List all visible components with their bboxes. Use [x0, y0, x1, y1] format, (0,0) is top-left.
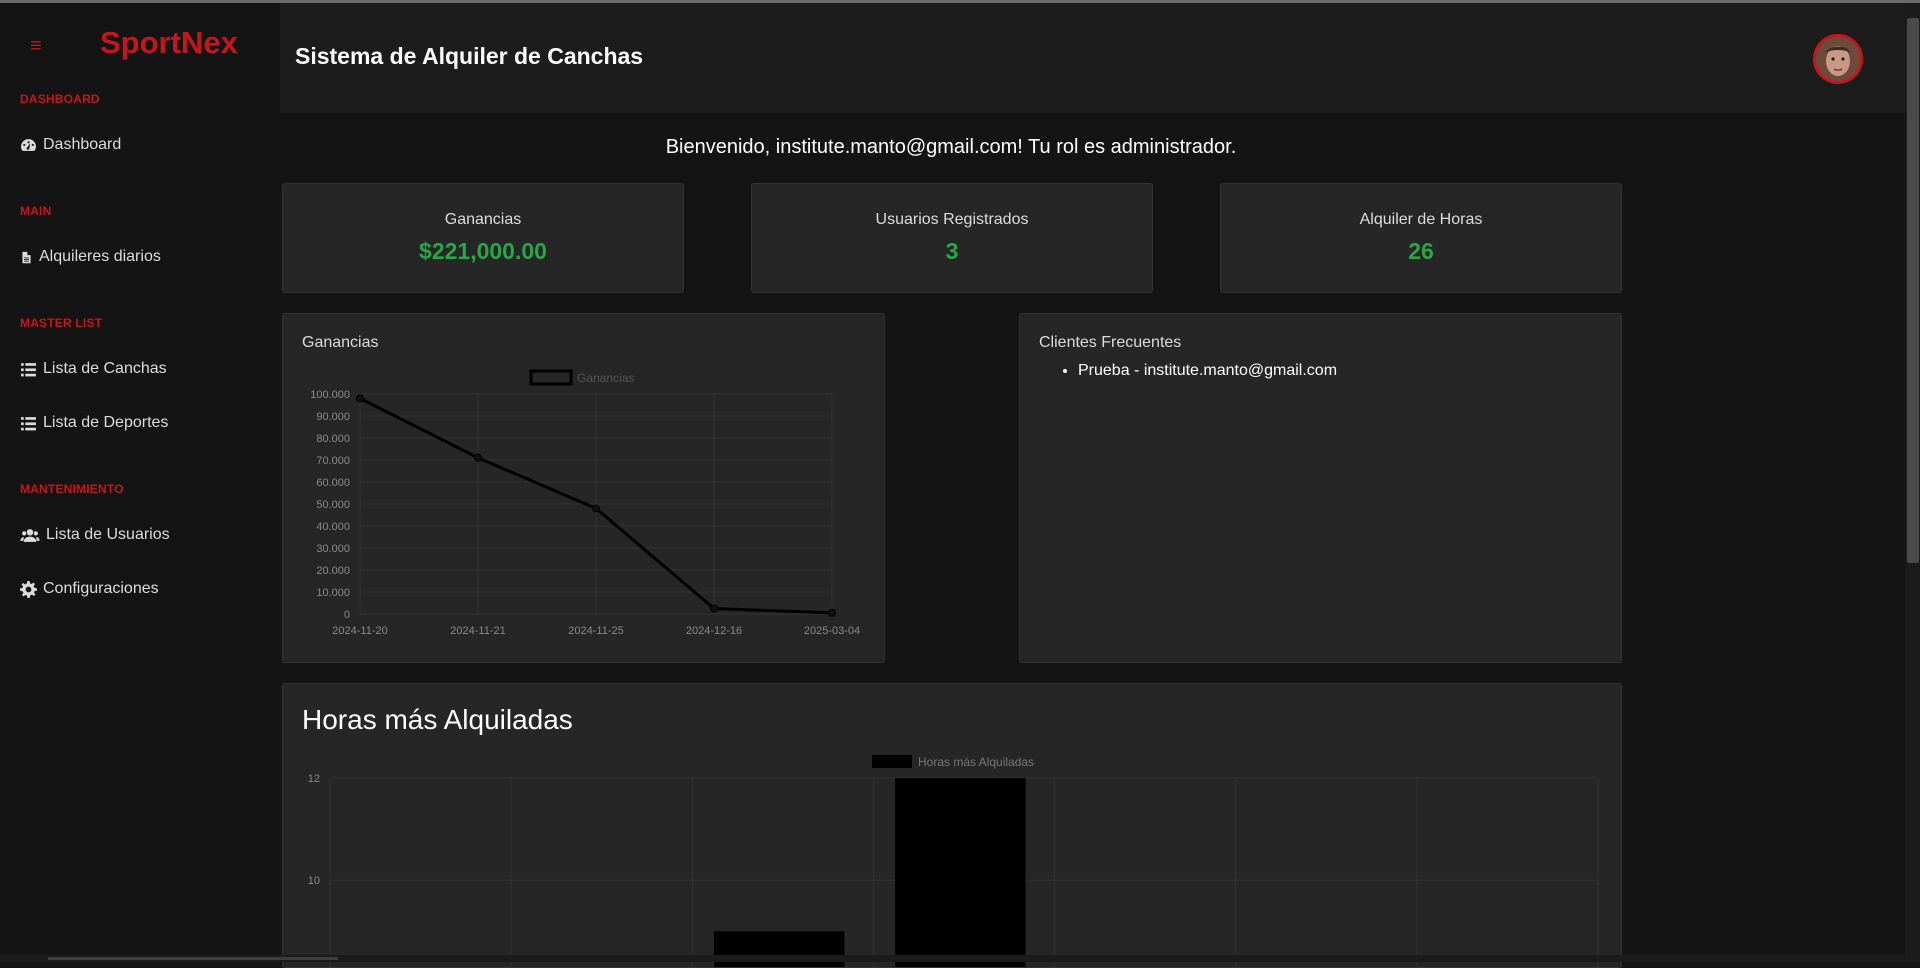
sidebar-item-canchas[interactable]: Lista de Canchas — [20, 360, 167, 378]
stat-label: Alquiler de Horas — [1359, 211, 1483, 228]
hours-bar-chart: Horas más Alquiladas 12 10 — [308, 755, 1599, 967]
brand-logo[interactable]: SportNex — [100, 25, 238, 61]
section-heading-dashboard: DASHBOARD — [20, 92, 100, 106]
earnings-chart-card: Ganancias Ganancias 100.000 90.000 80.000 70… — [282, 313, 885, 663]
sidebar-item-label: Configuraciones — [43, 580, 159, 597]
sidebar: ≡ SportNex DASHBOARD Dashboard MAIN Alqu… — [0, 3, 280, 962]
y-tick-label: 0 — [344, 609, 350, 621]
x-tick-label: 2024-11-20 — [332, 625, 387, 637]
data-point — [710, 604, 718, 613]
section-heading-master-list: MASTER LIST — [20, 316, 103, 330]
welcome-message: Bienvenido, institute.manto@gmail.com! T… — [665, 136, 1237, 158]
data-point — [356, 394, 364, 403]
legend-swatch — [872, 755, 912, 768]
stat-value: 26 — [1408, 238, 1434, 264]
vertical-scroll-thumb[interactable] — [1907, 18, 1919, 563]
stat-value: $221,000.00 — [419, 238, 547, 264]
sidebar-item-label: Dashboard — [43, 136, 122, 153]
stat-label: Ganancias — [444, 211, 522, 228]
sidebar-item-dashboard[interactable]: Dashboard — [20, 136, 121, 154]
legend-label: Ganancias — [577, 371, 634, 385]
y-tick-label: 70.000 — [316, 455, 350, 467]
x-tick-label: 2025-03-04 — [804, 625, 860, 637]
stat-label: Usuarios Registrados — [875, 211, 1029, 228]
y-tick-label: 80.000 — [316, 433, 350, 445]
legend-label: Horas más Alquiladas — [918, 755, 1034, 769]
y-tick-label: 100.000 — [310, 389, 350, 401]
y-tick-label: 60.000 — [316, 477, 350, 489]
y-tick-label: 30.000 — [316, 543, 350, 555]
stat-card-ganancias: Ganancias $221,000.00 — [282, 183, 684, 293]
y-tick-label: 10 — [308, 875, 320, 887]
section-heading-mantenimiento: MANTENIMIENTO — [20, 482, 124, 496]
data-point — [474, 453, 482, 462]
users-icon — [20, 528, 40, 542]
sidebar-item-configuraciones[interactable]: Configuraciones — [20, 580, 159, 598]
sidebar-item-label: Alquileres diarios — [39, 248, 161, 265]
stat-card-usuarios: Usuarios Registrados 3 — [751, 183, 1153, 293]
y-tick-label: 20.000 — [316, 565, 350, 577]
list-icon — [21, 416, 36, 430]
x-tick-label: 2024-12-16 — [686, 625, 742, 637]
data-point — [828, 608, 836, 617]
list-icon — [21, 362, 36, 376]
sidebar-item-label: Lista de Usuarios — [46, 526, 170, 543]
y-tick-label: 90.000 — [316, 411, 350, 423]
sidebar-item-alquileres[interactable]: Alquileres diarios — [20, 248, 161, 266]
bar — [895, 778, 1026, 967]
user-avatar[interactable] — [1813, 34, 1863, 84]
sidebar-item-label: Lista de Deportes — [43, 414, 169, 431]
sidebar-item-deportes[interactable]: Lista de Deportes — [20, 414, 168, 432]
card-title: Clientes Frecuentes — [1039, 334, 1182, 351]
avatar-face-icon — [1816, 37, 1860, 81]
gear-icon — [20, 580, 37, 598]
y-tick-label: 40.000 — [316, 521, 350, 533]
page-title: Sistema de Alquiler de Canchas — [295, 43, 644, 69]
sidebar-item-usuarios[interactable]: Lista de Usuarios — [20, 526, 170, 544]
horizontal-scroll-thumb[interactable] — [48, 957, 338, 960]
y-tick-label: 12 — [308, 773, 320, 785]
section-heading-main: MAIN — [20, 204, 52, 218]
sidebar-item-label: Lista de Canchas — [43, 360, 167, 377]
legend-swatch — [529, 369, 573, 386]
x-tick-label: 2024-11-25 — [568, 625, 623, 637]
stat-card-alquiler-horas: Alquiler de Horas 26 — [1220, 183, 1622, 293]
top-header: Sistema de Alquiler de Canchas — [280, 3, 1905, 113]
menu-toggle-icon[interactable]: ≡ — [30, 36, 42, 56]
y-tick-label: 10.000 — [316, 587, 350, 599]
y-tick-label: 50.000 — [316, 499, 350, 511]
hours-chart-card: Horas más Alquiladas Horas más Alquilada… — [282, 683, 1622, 968]
stat-value: 3 — [945, 238, 959, 264]
earnings-line-chart: Ganancias 100.000 90.000 80.000 70.000 60.000… — [310, 369, 860, 637]
frequent-clients-card: Clientes Frecuentes Prueba - institute.m… — [1019, 313, 1622, 663]
file-icon — [22, 251, 31, 263]
tachometer-icon — [21, 138, 36, 151]
client-list: Prueba - institute.manto@gmail.com — [1078, 362, 1337, 380]
list-item: Prueba - institute.manto@gmail.com — [1078, 362, 1337, 380]
x-tick-label: 2024-11-21 — [450, 625, 505, 637]
data-point — [592, 504, 600, 513]
